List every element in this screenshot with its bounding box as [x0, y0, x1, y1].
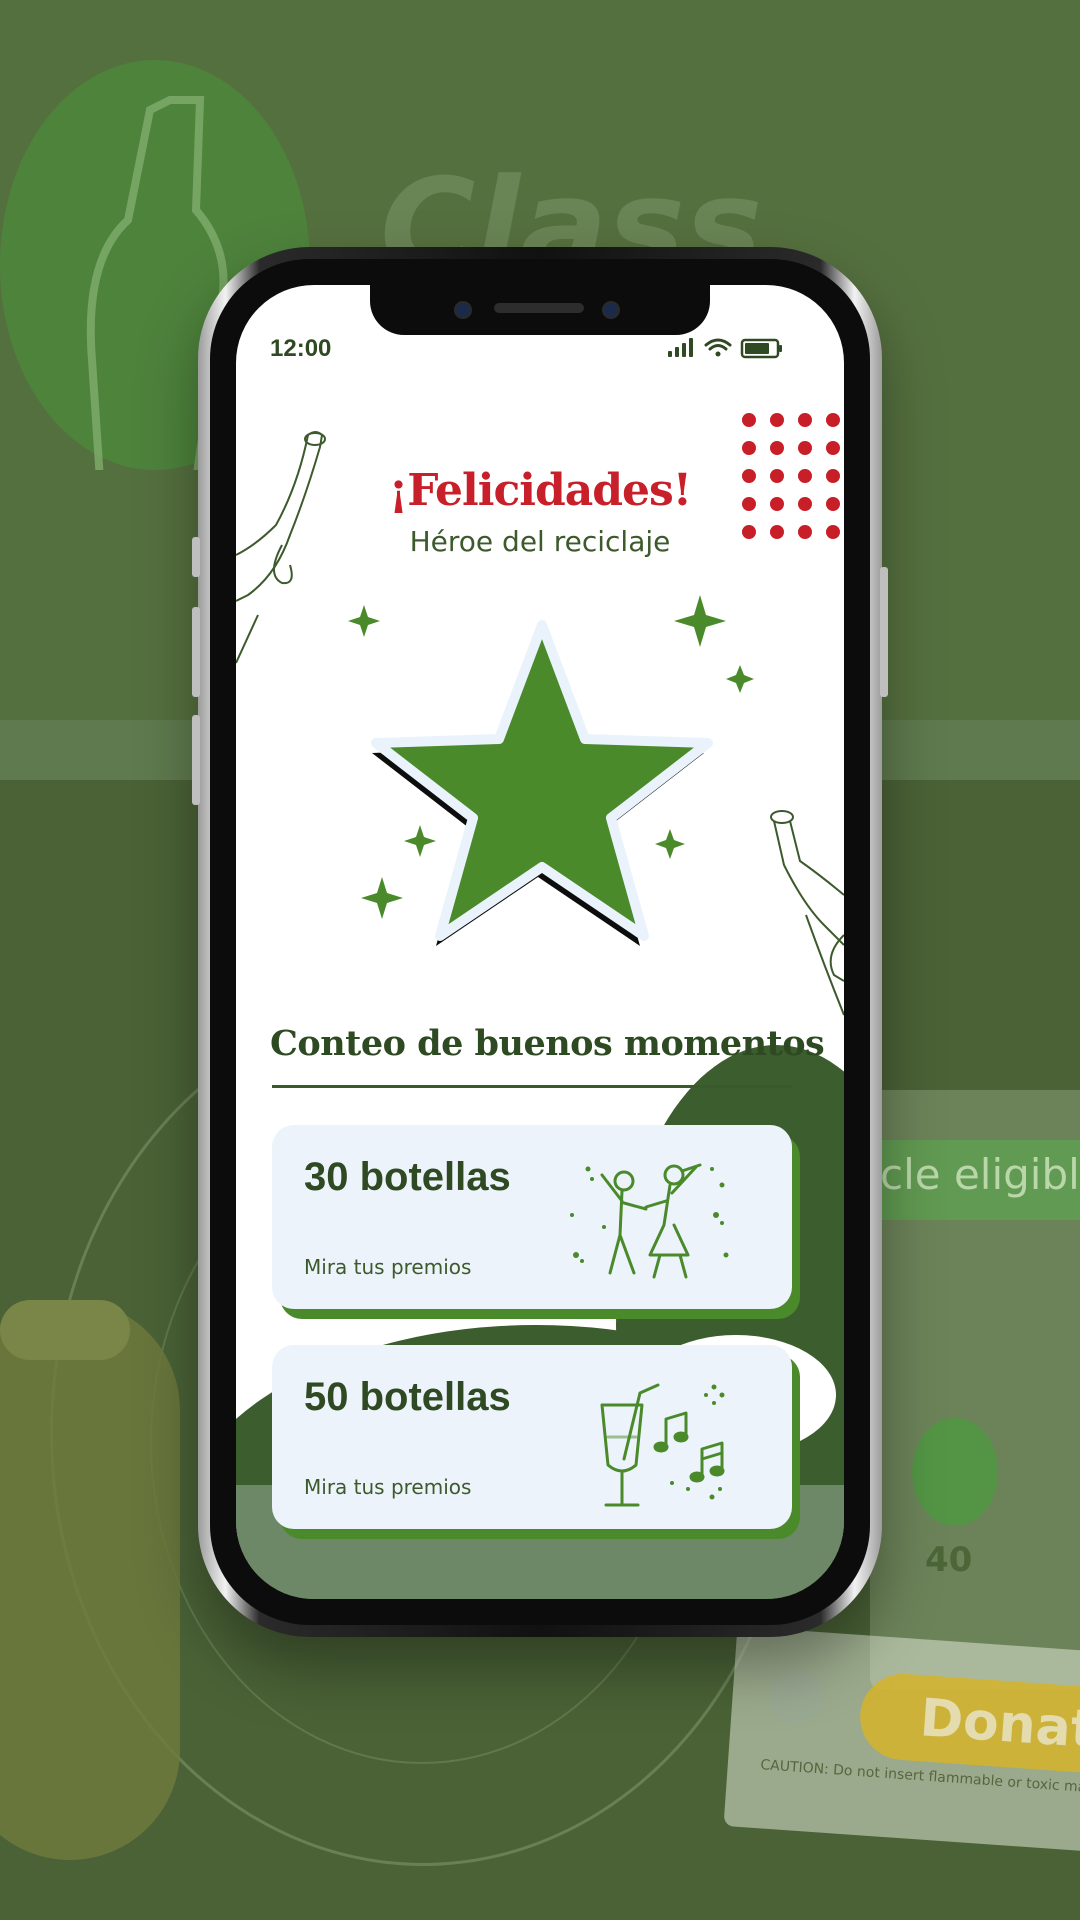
volume-down-button	[192, 715, 200, 805]
background-hand	[0, 1300, 180, 1860]
drink-music-icon	[600, 1383, 725, 1507]
page-title: ¡Felicidades!	[388, 465, 692, 516]
reward-card-50[interactable]: 50 botellas Mira tus premios	[272, 1345, 792, 1529]
section-title: Conteo de buenos momentos	[270, 1023, 825, 1064]
battery-icon	[740, 338, 782, 359]
section-divider	[272, 1085, 792, 1088]
phone-frame: 12:00 ¡Felicidades! Héroe del reciclaje …	[192, 247, 888, 1637]
power-button	[880, 567, 888, 697]
star-badge	[348, 595, 754, 946]
dancing-couple-icon	[570, 1163, 729, 1279]
page-subtitle: Héroe del reciclaje	[409, 525, 671, 558]
phone-notch	[370, 285, 710, 335]
sensor-icon	[454, 301, 472, 319]
background-finger	[0, 1300, 130, 1360]
app-screen: 12:00 ¡Felicidades! Héroe del reciclaje …	[236, 285, 844, 1599]
camera-icon	[602, 301, 620, 319]
background-card-icon	[770, 1670, 824, 1724]
reward-count: 50 botellas	[304, 1375, 511, 1419]
rewards-link[interactable]: Mira tus premios	[304, 1255, 471, 1279]
speaker-grill	[494, 303, 584, 313]
reward-card-30[interactable]: 30 botellas Mira tus premios	[272, 1125, 792, 1309]
background-eligible-text: cle eligible g	[880, 1150, 1080, 1199]
status-time: 12:00	[270, 335, 332, 362]
rewards-link[interactable]: Mira tus premios	[304, 1475, 471, 1499]
status-icons	[668, 338, 782, 359]
mute-switch	[192, 537, 200, 577]
background-counter: 40	[925, 1540, 973, 1580]
reward-count: 30 botellas	[304, 1155, 511, 1199]
volume-up-button	[192, 607, 200, 697]
background-bottle-badge	[912, 1418, 998, 1526]
wifi-icon	[704, 338, 732, 357]
signal-icon	[668, 338, 693, 357]
star-icon	[371, 620, 713, 946]
